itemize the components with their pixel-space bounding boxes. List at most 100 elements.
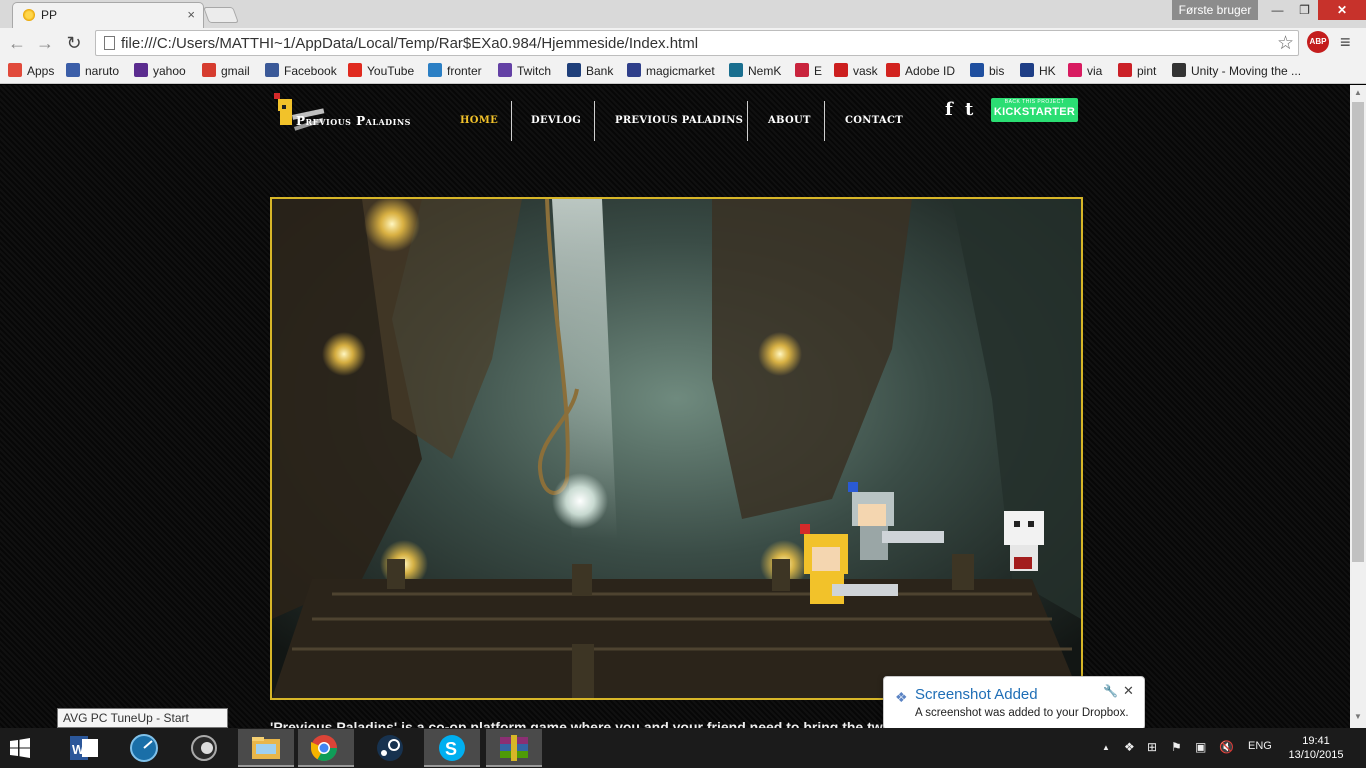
- facebook-icon[interactable]: f: [945, 99, 953, 120]
- bookmark-facebook[interactable]: Facebook: [265, 62, 337, 80]
- dropbox-icon: ❖: [895, 689, 908, 705]
- bookmark-favicon-icon: [627, 63, 641, 77]
- bookmark-hk[interactable]: HK: [1020, 62, 1056, 80]
- nav-home[interactable]: HOME: [460, 115, 498, 126]
- app-icon[interactable]: [176, 729, 232, 767]
- bookmark-pint[interactable]: pint: [1118, 62, 1156, 80]
- bookmark-favicon-icon: [886, 63, 900, 77]
- clock-date: 13/10/2015: [1288, 749, 1344, 761]
- bookmark-favicon-icon: [1068, 63, 1082, 77]
- tuneup-app-icon[interactable]: [116, 729, 172, 767]
- bookmark-favicon-icon: [265, 63, 279, 77]
- kickstarter-button[interactable]: BACK THIS PROJECT KICKSTARTER: [991, 98, 1078, 122]
- volume-muted-icon[interactable]: 🔇: [1219, 740, 1234, 754]
- bookmark-magicmarket[interactable]: magicmarket: [627, 62, 715, 80]
- flag-icon[interactable]: ⚑: [1171, 740, 1182, 754]
- dropbox-tray-icon[interactable]: ❖: [1124, 740, 1135, 754]
- nav-about[interactable]: ABOUT: [768, 115, 811, 126]
- nav-separator: [747, 101, 748, 141]
- bookmark-label: Twitch: [517, 64, 552, 78]
- bookmark-label: HK: [1039, 64, 1056, 78]
- nav-contact[interactable]: CONTACT: [845, 115, 903, 126]
- back-icon[interactable]: ←: [6, 32, 28, 54]
- windows-tray-icon[interactable]: ⊞: [1147, 740, 1157, 754]
- close-window-button[interactable]: ✕: [1318, 0, 1366, 20]
- tab-close-icon[interactable]: ×: [187, 7, 195, 22]
- forward-icon[interactable]: →: [34, 32, 56, 54]
- notification-close-icon[interactable]: ✕: [1123, 683, 1134, 699]
- bookmark-bis[interactable]: bis: [970, 62, 1004, 80]
- address-bar[interactable]: file:///C:/Users/MATTHI~1/AppData/Local/…: [95, 30, 1299, 56]
- wrench-icon[interactable]: 🔧: [1103, 684, 1118, 698]
- clock[interactable]: 19:41 13/10/2015: [1284, 734, 1348, 762]
- bookmark-via[interactable]: via: [1068, 62, 1102, 80]
- bookmark-label: YouTube: [367, 64, 415, 78]
- bookmark-naruto[interactable]: naruto: [66, 62, 119, 80]
- scrollbar-thumb[interactable]: [1352, 102, 1364, 562]
- profile-button[interactable]: Første bruger: [1172, 0, 1258, 20]
- menu-icon[interactable]: ≡: [1340, 32, 1351, 53]
- bookmark-label: pint: [1137, 64, 1157, 78]
- twitter-icon[interactable]: t: [965, 99, 973, 120]
- bookmark-favicon-icon: [202, 63, 216, 77]
- url-text[interactable]: file:///C:/Users/MATTHI~1/AppData/Local/…: [121, 35, 698, 52]
- bookmark-favicon-icon: [134, 63, 148, 77]
- svg-text:S: S: [445, 739, 457, 759]
- bookmark-fronter[interactable]: fronter: [428, 62, 482, 80]
- bookmark-label: gmail: [221, 64, 250, 78]
- bookmark-yahoo[interactable]: yahoo: [134, 62, 186, 80]
- logo-text[interactable]: Previous Paladins: [296, 114, 411, 128]
- tab-title: PP: [41, 8, 58, 22]
- bookmark-label: Facebook: [284, 64, 337, 78]
- bookmark-favicon-icon: [970, 63, 984, 77]
- network-icon[interactable]: ▣: [1195, 740, 1206, 754]
- bookmark-label: bis: [989, 64, 1005, 78]
- kickstarter-small-text: BACK THIS PROJECT: [1004, 99, 1065, 105]
- nav-devlog[interactable]: DEVLOG: [531, 115, 581, 126]
- reload-icon[interactable]: ↻: [63, 32, 85, 54]
- bookmark-bank[interactable]: Bank: [567, 62, 613, 80]
- bookmark-e[interactable]: E: [795, 62, 822, 80]
- bookmark-unity-moving-the[interactable]: Unity - Moving the ...: [1172, 62, 1301, 80]
- chrome-icon[interactable]: [298, 729, 354, 767]
- bookmark-label: yahoo: [153, 64, 186, 78]
- bookmark-gmail[interactable]: gmail: [202, 62, 250, 80]
- restore-button[interactable]: ❐: [1291, 0, 1318, 20]
- steam-icon[interactable]: [362, 729, 418, 767]
- dropbox-notification[interactable]: ❖ Screenshot Added A screenshot was adde…: [883, 676, 1145, 730]
- bookmark-apps[interactable]: Apps: [8, 62, 54, 80]
- bookmark-label: Bank: [586, 64, 614, 78]
- title-bar: PP × Første bruger — ❐ ✕: [0, 0, 1366, 28]
- tray-expand-icon[interactable]: ▲: [1102, 743, 1110, 752]
- notification-title: Screenshot Added: [915, 686, 1038, 703]
- scroll-down-icon[interactable]: ▼: [1350, 712, 1366, 724]
- bookmark-adobe-id[interactable]: Adobe ID: [886, 62, 955, 80]
- winrar-icon[interactable]: [486, 729, 542, 767]
- bookmark-star-icon[interactable]: ☆: [1277, 32, 1294, 55]
- adblock-icon[interactable]: ABP: [1307, 31, 1329, 53]
- windows-start-icon[interactable]: [10, 738, 30, 758]
- bookmark-label: Adobe ID: [905, 64, 956, 78]
- bookmark-label: vask: [853, 64, 878, 78]
- bookmark-nemk[interactable]: NemK: [729, 62, 781, 80]
- bookmark-twitch[interactable]: Twitch: [498, 62, 551, 80]
- browser-tab[interactable]: PP ×: [12, 2, 204, 28]
- bookmark-label: E: [814, 64, 823, 78]
- bookmark-vask[interactable]: vask: [834, 62, 878, 80]
- word-app-icon[interactable]: W: [56, 729, 112, 767]
- nav-separator: [824, 101, 825, 141]
- new-tab-button[interactable]: [203, 7, 239, 23]
- hero-image: [270, 197, 1083, 700]
- minimize-button[interactable]: —: [1264, 0, 1291, 20]
- intro-text: 'Previous Paladins' is a co-op platform …: [270, 719, 892, 728]
- nav-separator: [511, 101, 512, 141]
- scroll-up-icon[interactable]: ▲: [1350, 88, 1366, 100]
- skype-icon[interactable]: S: [424, 729, 480, 767]
- favicon-icon: [23, 9, 35, 21]
- bookmark-youtube[interactable]: YouTube: [348, 62, 414, 80]
- file-explorer-icon[interactable]: [238, 729, 294, 767]
- nav-previous-paladins[interactable]: PREVIOUS PALADINS: [615, 115, 743, 126]
- bookmark-favicon-icon: [729, 63, 743, 77]
- language-indicator[interactable]: ENG: [1248, 740, 1272, 752]
- bookmark-label: Unity - Moving the ...: [1191, 64, 1302, 78]
